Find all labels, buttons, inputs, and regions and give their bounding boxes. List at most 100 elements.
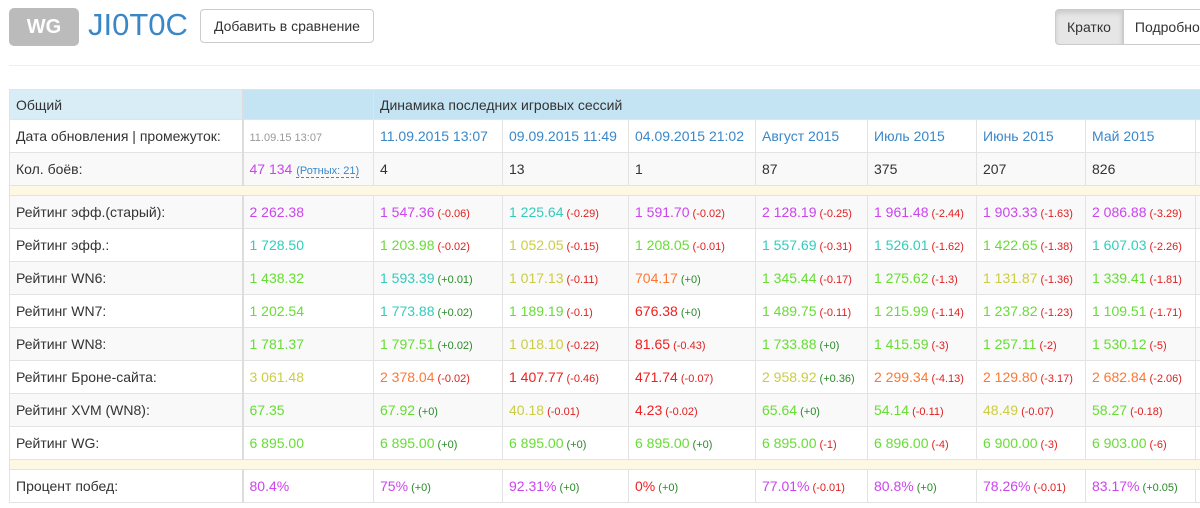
period-value: 1 208.05 xyxy=(635,237,690,253)
period-value: 1 489.75 xyxy=(762,303,817,319)
partial-column xyxy=(1194,360,1200,394)
period-value: 2 378.04 xyxy=(380,369,435,385)
overall-value: 6 895.00 xyxy=(242,426,374,460)
period-value-cell: 1 557.69 (-0.31) xyxy=(755,228,868,262)
period-value-cell: 1 018.10 (-0.22) xyxy=(502,327,629,361)
period-header: Июль 2015 xyxy=(867,119,977,153)
overall-value: 1 781.37 xyxy=(242,327,374,361)
rating-row: Рейтинг эфф.: 1 728.50 1 203.98 (-0.02) 1 0… xyxy=(9,228,1200,262)
period-delta: (-0.11) xyxy=(909,406,944,418)
company-battles-link[interactable]: (Ротных: 21) xyxy=(296,165,360,178)
period-header: 04.09.2015 21:02 xyxy=(628,119,756,153)
period-delta: (-0.18) xyxy=(1127,406,1163,418)
overall-value: 67.35 xyxy=(242,393,374,427)
rating-row: Рейтинг XVM (WN8): 67.35 67.92 (+0) 40.18 (… xyxy=(9,393,1200,427)
period-delta: (+0) xyxy=(677,307,701,319)
period-link[interactable]: Август 2015 xyxy=(762,128,839,144)
period-value-cell: 40.18 (-0.01) xyxy=(502,393,629,427)
add-to-compare-button[interactable]: Добавить в сравнение xyxy=(200,9,374,43)
period-link[interactable]: 11.09.2015 13:07 xyxy=(380,128,488,144)
period-delta: (-1.63) xyxy=(1037,208,1073,220)
period-value: 1 225.64 xyxy=(509,204,564,220)
period-value: 67.92 xyxy=(380,402,416,418)
period-header: Август 2015 xyxy=(755,119,868,153)
period-link[interactable]: Июль 2015 xyxy=(874,128,945,144)
period-value-cell: 6 895.00 (-1) xyxy=(755,426,868,460)
player-nickname: JI0T0C xyxy=(88,7,188,42)
period-delta: (-0.29) xyxy=(563,208,599,220)
period-delta: (-0.46) xyxy=(563,373,599,385)
period-delta: (-1.38) xyxy=(1037,241,1073,253)
period-value: 80.8% xyxy=(874,478,914,494)
overall-date: 11.09.15 13:07 xyxy=(242,119,374,153)
battles-total-cell: 47 134 (Ротных: 21) xyxy=(242,152,374,186)
period-value-cell: 6 900.00 (-3) xyxy=(976,426,1086,460)
period-delta: (-2.26) xyxy=(1146,241,1182,253)
period-value: 1 345.44 xyxy=(762,270,817,286)
period-delta: (-0.01) xyxy=(689,241,725,253)
period-value: 1 530.12 xyxy=(1092,336,1147,352)
period-value-cell: 1 773.88 (+0.02) xyxy=(373,294,503,328)
period-value: 6 903.00 xyxy=(1092,435,1147,451)
period-delta: (+0) xyxy=(655,482,679,494)
period-value-cell: 471.74 (-0.07) xyxy=(628,360,756,394)
period-header: 11.09.2015 13:07 xyxy=(373,119,503,153)
period-value-cell: 1 591.70 (-0.02) xyxy=(628,195,756,229)
period-delta: (-0.07) xyxy=(677,373,714,385)
period-value-cell: 1 237.82 (-1.23) xyxy=(976,294,1086,328)
period-link[interactable]: Июнь 2015 xyxy=(983,128,1054,144)
period-value: 58.27 xyxy=(1092,402,1128,418)
period-value-cell: 1 961.48 (-2.44) xyxy=(867,195,977,229)
period-value: 2 682.84 xyxy=(1092,369,1147,385)
period-delta: (-0.01) xyxy=(809,482,845,494)
battles-label: Кол. боёв: xyxy=(9,152,244,186)
period-delta: (-3.17) xyxy=(1037,373,1073,385)
period-value: 1 961.48 xyxy=(874,204,929,220)
period-value: 77.01% xyxy=(762,478,810,494)
period-delta: (+0) xyxy=(408,482,431,494)
period-delta: (-0.02) xyxy=(662,406,698,418)
period-delta: (-0.02) xyxy=(689,208,725,220)
period-delta: (+0) xyxy=(816,340,840,352)
period-delta: (-4) xyxy=(928,439,949,451)
period-delta: (+0.01) xyxy=(434,274,473,286)
header-spacer xyxy=(242,89,374,120)
period-value: 2 958.92 xyxy=(762,369,817,385)
period-value-cell: 2 299.34 (-4.13) xyxy=(867,360,977,394)
period-delta: (-0.22) xyxy=(563,340,599,352)
period-value-cell: 2 378.04 (-0.02) xyxy=(373,360,503,394)
view-detailed-button[interactable]: Подробно xyxy=(1122,9,1200,45)
divider xyxy=(9,65,1200,66)
period-value-cell: 1 208.05 (-0.01) xyxy=(628,228,756,262)
period-value-cell: 1 407.77 (-0.46) xyxy=(502,360,629,394)
period-link[interactable]: 09.09.2015 11:49 xyxy=(509,128,617,144)
date-label: Дата обновления | промежуток: xyxy=(9,119,244,153)
period-value-cell: 676.38 (+0) xyxy=(628,294,756,328)
dynamics-header: Динамика последних игровых сессий xyxy=(372,89,1200,120)
period-delta: (+0) xyxy=(797,406,820,418)
view-short-button[interactable]: Кратко xyxy=(1055,9,1123,45)
period-value-cell: 6 896.00 (-4) xyxy=(867,426,977,460)
period-value: 6 895.00 xyxy=(509,435,564,451)
period-value: 1 339.41 xyxy=(1092,270,1147,286)
period-value: 1 591.70 xyxy=(635,204,690,220)
period-value: 1 237.82 xyxy=(983,303,1038,319)
period-value-cell: 1 203.98 (-0.02) xyxy=(373,228,503,262)
period-value: 1 797.51 xyxy=(380,336,435,352)
period-link[interactable]: Май 2015 xyxy=(1092,128,1154,144)
period-value-cell: 0% (+0) xyxy=(628,469,756,503)
period-value: 471.74 xyxy=(635,369,678,385)
battles-cell: 13 xyxy=(502,152,629,186)
rating-label: Процент побед: xyxy=(9,469,244,503)
period-delta: (+0.05) xyxy=(1139,482,1178,494)
period-value-cell: 2 958.92 (+0.36) xyxy=(755,360,868,394)
period-value: 78.26% xyxy=(983,478,1031,494)
rating-row: Рейтинг WN6: 1 438.32 1 593.39 (+0.01) 1 01… xyxy=(9,261,1200,295)
rating-label: Рейтинг WN6: xyxy=(9,261,244,295)
period-header: Июнь 2015 xyxy=(976,119,1086,153)
period-value: 1 773.88 xyxy=(380,303,435,319)
period-link[interactable]: 04.09.2015 21:02 xyxy=(635,128,744,144)
period-value-cell: 78.26% (-0.01) xyxy=(976,469,1086,503)
period-value: 6 895.00 xyxy=(762,435,817,451)
period-delta: (+0.02) xyxy=(434,307,473,319)
